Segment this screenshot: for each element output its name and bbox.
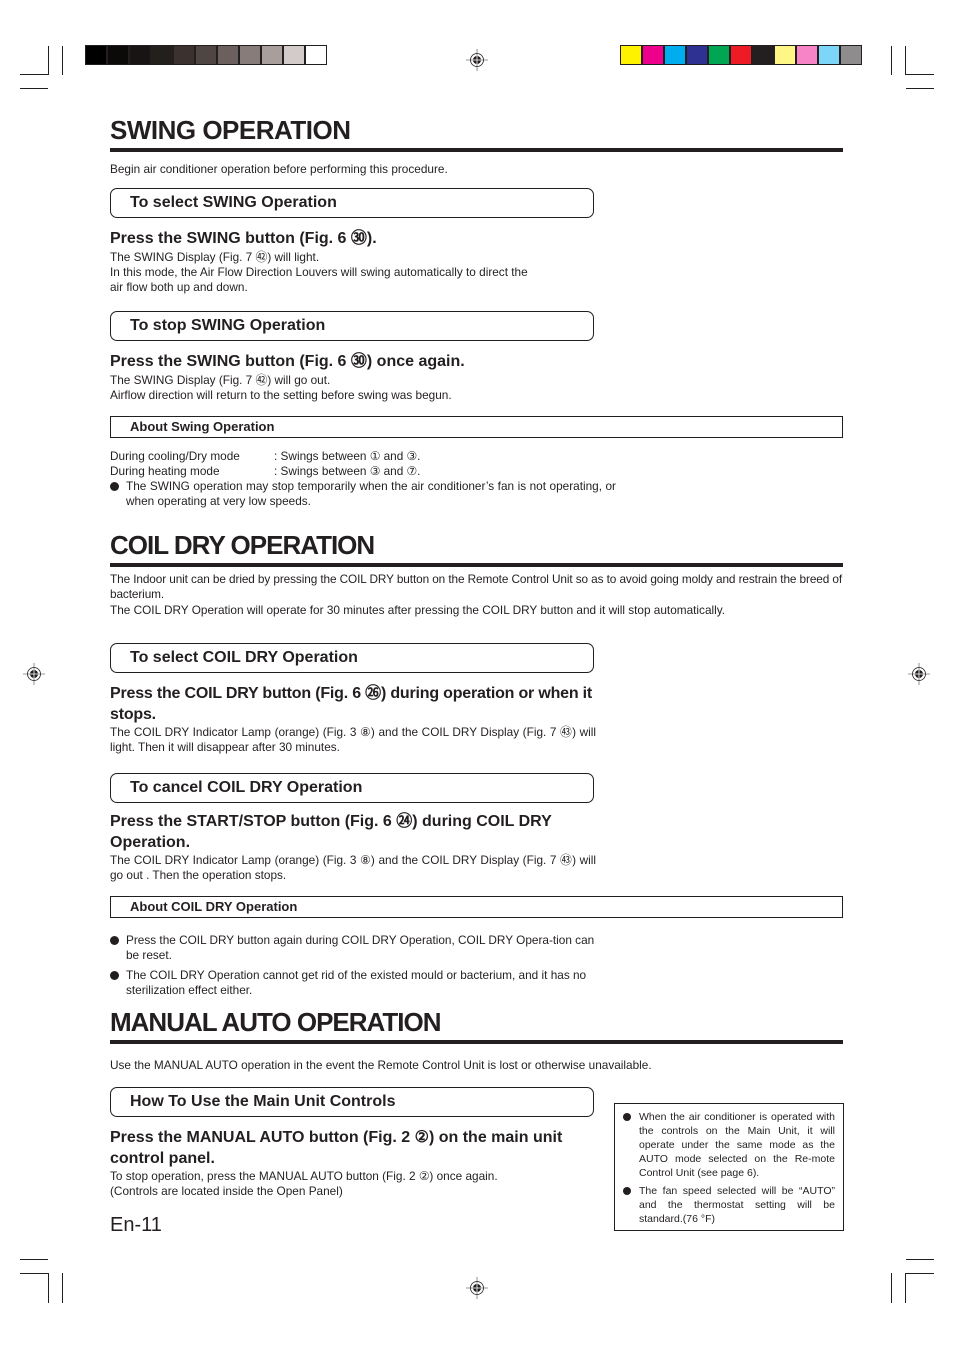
crop-mark — [906, 1273, 934, 1274]
process-color-swatch — [709, 46, 729, 64]
grayscale-swatch — [108, 46, 128, 64]
process-color-swatch — [731, 46, 751, 64]
grayscale-swatch — [262, 46, 282, 64]
bullet-icon — [623, 1187, 631, 1195]
mode-label: During cooling/Dry mode — [110, 449, 240, 463]
section-title-swing: SWING OPERATION — [110, 116, 843, 152]
bullet-icon — [110, 936, 119, 945]
step-press-start-stop: Press the START/STOP button (Fig. 6 ㉔) d… — [110, 813, 552, 851]
note-bullet: When the air conditioner is operated wit… — [623, 1110, 835, 1180]
process-color-swatch — [797, 46, 817, 64]
note-text: The fan speed selected will be “AUTO” an… — [639, 1185, 835, 1225]
crop-mark — [62, 46, 63, 75]
registration-mark-icon — [466, 1277, 488, 1299]
swing-stop-text-2: Airflow direction will return to the set… — [110, 388, 452, 402]
bullet-text: The COIL DRY Operation cannot get rid of… — [126, 968, 587, 998]
registration-mark-icon — [466, 49, 488, 71]
subheading-select-coil-dry: To select COIL DRY Operation — [110, 643, 594, 673]
subheading-cancel-coil-dry: To cancel COIL DRY Operation — [110, 773, 594, 803]
grayscale-swatch — [218, 46, 238, 64]
coil-dry-select-text: The COIL DRY Indicator Lamp (orange) (Fi… — [110, 725, 596, 755]
crop-mark — [905, 1273, 906, 1303]
process-color-swatch — [621, 46, 641, 64]
crop-mark — [906, 1259, 934, 1260]
about-coil-dry-heading: About COIL DRY Operation — [110, 896, 843, 918]
coil-dry-bullet: Press the COIL DRY button again during C… — [110, 933, 596, 964]
step-press-coil-dry: Press the COIL DRY button (Fig. 6 ㉖) dur… — [110, 685, 593, 723]
crop-mark — [20, 74, 48, 75]
subheading-stop-swing: To stop SWING Operation — [110, 311, 594, 341]
crop-mark — [48, 1273, 49, 1303]
about-swing-heading: About Swing Operation — [110, 416, 843, 438]
registration-mark-icon — [23, 663, 45, 685]
grayscale-swatch — [130, 46, 150, 64]
swing-select-text-2: In this mode, the Air Flow Direction Lou… — [110, 265, 528, 279]
note-bullet: The fan speed selected will be “AUTO” an… — [623, 1184, 835, 1226]
crop-mark — [891, 1273, 892, 1303]
grayscale-swatch — [174, 46, 194, 64]
coil-dry-cancel-text: The COIL DRY Indicator Lamp (orange) (Fi… — [110, 853, 596, 883]
crop-mark — [906, 74, 934, 75]
step-press-swing: Press the SWING button (Fig. 6 ㉚). — [110, 230, 377, 247]
swing-modes: During cooling/Dry mode : Swings between… — [110, 449, 420, 480]
mode-value: : Swings between ① and ③. — [274, 449, 421, 463]
process-color-bar — [620, 45, 862, 65]
swing-mode-row: During heating mode : Swings between ③ a… — [110, 464, 420, 479]
grayscale-swatch — [152, 46, 172, 64]
process-color-swatch — [753, 46, 773, 64]
crop-mark — [20, 88, 48, 89]
page-number: En-11 — [110, 1214, 162, 1236]
mode-label: During heating mode — [110, 464, 220, 479]
grayscale-swatch — [86, 46, 106, 64]
bullet-text: Press the COIL DRY button again during C… — [126, 933, 595, 963]
crop-mark — [20, 1259, 48, 1260]
coil-dry-intro-1: The Indoor unit can be dried by pressing… — [110, 572, 843, 602]
note-text: When the air conditioner is operated wit… — [639, 1111, 835, 1179]
process-color-swatch — [841, 46, 861, 64]
process-color-swatch — [775, 46, 795, 64]
crop-mark — [62, 1273, 63, 1303]
grayscale-swatch — [196, 46, 216, 64]
bullet-text: The SWING operation may stop temporarily… — [126, 479, 616, 509]
crop-mark — [48, 46, 49, 75]
grayscale-color-bar — [85, 45, 327, 65]
process-color-swatch — [819, 46, 839, 64]
bullet-icon — [110, 971, 119, 980]
swing-mode-row: During cooling/Dry mode : Swings between… — [110, 449, 420, 464]
crop-mark — [891, 46, 892, 75]
crop-mark — [20, 1273, 48, 1274]
grayscale-swatch — [306, 46, 326, 64]
process-color-swatch — [665, 46, 685, 64]
process-color-swatch — [643, 46, 663, 64]
coil-dry-bullet: The COIL DRY Operation cannot get rid of… — [110, 968, 596, 999]
bullet-icon — [623, 1113, 631, 1121]
bullet-icon — [110, 482, 119, 491]
section-title-manual-auto: MANUAL AUTO OPERATION — [110, 1008, 843, 1044]
subheading-how-to-use: How To Use the Main Unit Controls — [110, 1087, 594, 1117]
swing-select-text-1: The SWING Display (Fig. 7 ㊷) will light. — [110, 250, 320, 264]
swing-bullet: The SWING operation may stop temporarily… — [110, 479, 616, 510]
process-color-swatch — [687, 46, 707, 64]
coil-dry-intro-2: The COIL DRY Operation will operate for … — [110, 603, 726, 617]
registration-mark-icon — [908, 663, 930, 685]
grayscale-swatch — [240, 46, 260, 64]
manual-auto-intro: Use the MANUAL AUTO operation in the eve… — [110, 1058, 652, 1072]
subheading-select-swing: To select SWING Operation — [110, 188, 594, 218]
crop-mark — [905, 46, 906, 75]
section-title-coil-dry: COIL DRY OPERATION — [110, 531, 843, 567]
grayscale-swatch — [284, 46, 304, 64]
swing-stop-text-1: The SWING Display (Fig. 7 ㊷) will go out… — [110, 373, 331, 387]
swing-intro: Begin air conditioner operation before p… — [110, 162, 448, 176]
manual-auto-note-box: When the air conditioner is operated wit… — [614, 1103, 844, 1231]
manual-auto-text-2: (Controls are located inside the Open Pa… — [110, 1184, 343, 1198]
manual-auto-text-1: To stop operation, press the MANUAL AUTO… — [110, 1169, 498, 1183]
mode-value: : Swings between ③ and ⑦. — [274, 464, 421, 479]
step-press-manual-auto: Press the MANUAL AUTO button (Fig. 2 ②) … — [110, 1129, 563, 1167]
crop-mark — [906, 88, 934, 89]
step-press-swing-again: Press the SWING button (Fig. 6 ㉚) once a… — [110, 353, 465, 370]
swing-select-text-3: air flow both up and down. — [110, 280, 248, 294]
